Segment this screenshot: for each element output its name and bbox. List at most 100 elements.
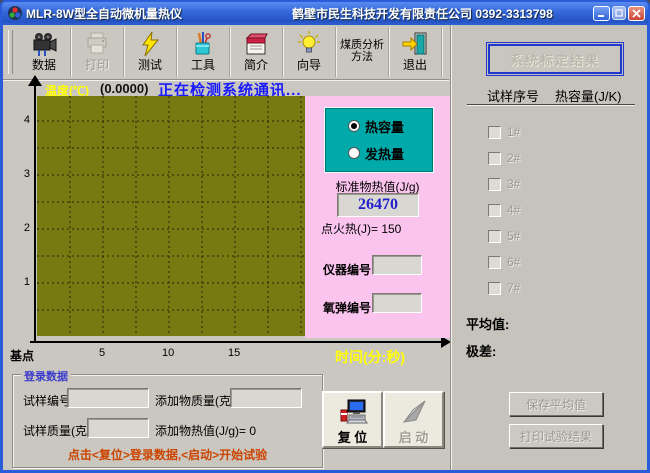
sample-row-7: 7# [488,281,520,295]
camera-icon [18,29,70,59]
title-bar[interactable]: MLR-8W型全自动微机量热仪 鹤壁市民生科技开发有限责任公司 0392-331… [2,2,648,24]
sample-3-checkbox[interactable] [488,178,501,191]
y-tick-4: 4 [12,114,30,126]
calorific-value-radio[interactable] [348,147,360,159]
minimize-button[interactable] [593,6,610,21]
mode-select-box: 热容量 发热量 [325,108,433,172]
window-title: MLR-8W型全自动微机量热仪 [26,5,182,22]
sample-4-label: 4# [507,203,520,217]
std-heat-input[interactable]: 26470 [337,193,419,217]
sample-5-checkbox[interactable] [488,230,501,243]
sample-id-label: 试样编号 [23,392,71,409]
test-button[interactable]: 测试 [124,27,177,77]
sample-5-label: 5# [507,229,520,243]
sample-mass-input[interactable] [87,418,149,438]
range-label: 极差: [466,341,496,360]
sample-6-label: 6# [507,255,520,269]
exit-button[interactable]: 退出 [389,27,442,77]
data-button-label: 数据 [18,59,70,72]
print-button-label: 打印 [71,59,123,72]
save-average-button[interactable]: 保存平均值 [509,392,603,416]
toolbar-grip[interactable] [8,30,13,74]
reset-button[interactable]: 复 位 [322,391,383,448]
wizard-button[interactable]: 向导 [283,27,336,77]
sample-1-label: 1# [507,125,520,139]
tools-button[interactable]: 工具 [177,27,230,77]
instrument-id-label: 仪器编号 [323,261,371,278]
sample-row-6: 6# [488,255,520,269]
bulb-icon [283,29,335,59]
login-data-title: 登录数据 [21,368,71,384]
x-axis-line [30,341,444,343]
start-button[interactable]: 启 动 [383,391,444,448]
sample-number-header: 试样序号 [487,86,539,105]
sample-row-3: 3# [488,177,520,191]
bomb-id-label: 氧弹编号 [323,299,371,316]
lightning-icon [124,29,176,59]
maximize-button[interactable] [612,6,626,20]
x-origin-label: 基点 [10,347,34,364]
y-tick-1: 1 [12,276,30,288]
window-controls [593,6,645,21]
book-icon [230,29,282,59]
calibration-panel: 系统标定结果 试样序号 热容量(J/K) 1# 2# 3# 4# [450,25,647,470]
sample-2-checkbox[interactable] [488,152,501,165]
intro-button[interactable]: 简介 [230,27,283,77]
bomb-id-input[interactable] [372,293,422,313]
calibration-results-button[interactable]: 系统标定结果 [488,44,622,74]
test-button-label: 测试 [124,59,176,72]
grid-lines [37,96,305,336]
heat-capacity-header: 热容量(J/K) [555,86,621,105]
app-window: MLR-8W型全自动微机量热仪 鹤壁市民生科技开发有限责任公司 0392-331… [0,0,650,473]
average-label: 平均值: [466,314,509,333]
sample-7-label: 7# [507,281,520,295]
x-tick-10: 10 [162,347,174,359]
print-button[interactable]: 打印 [71,27,124,77]
additive-heat-label: 添加物热值(J/g)= 0 [155,422,256,439]
tools-button-label: 工具 [177,59,229,72]
data-button[interactable]: 数据 [18,27,71,77]
app-icon [7,5,23,21]
client-area: 数据 打印 测试 [3,25,647,470]
sample-mass-label: 试样质量(克) [23,422,91,439]
additive-mass-label: 添加物质量(克) [155,392,235,409]
x-tick-15: 15 [228,347,240,359]
plot-area [37,96,305,336]
heat-capacity-radio[interactable] [348,120,360,132]
x-tick-5: 5 [99,347,105,359]
sample-6-checkbox[interactable] [488,256,501,269]
heat-capacity-label: 热容量 [365,117,404,136]
additive-mass-input[interactable] [230,388,302,408]
y-axis-arrow [28,75,42,86]
heat-capacity-option[interactable]: 热容量 [326,117,432,135]
wizard-button-label: 向导 [283,59,335,72]
instruction-note: 点击<复位>登录数据,<启动>开始试验 [13,446,322,463]
ignition-heat-label: 点火热(J)= 150 [321,220,401,237]
company-text: 鹤壁市民生科技开发有限责任公司 0392-3313798 [292,5,553,22]
settings-panel: 热容量 发热量 标准物热值(J/g) 26470 点火热(J)= 150 仪器编… [305,96,450,338]
toolbar: 数据 打印 测试 [3,25,449,80]
sample-row-2: 2# [488,151,520,165]
coal-analysis-label-line1: 煤质分析 [340,39,384,51]
sample-id-input[interactable] [67,388,149,408]
instrument-id-input[interactable] [372,255,422,275]
printer-icon [71,29,123,59]
coal-analysis-label-line2: 方法 [351,51,373,63]
sample-1-checkbox[interactable] [488,126,501,139]
header-separator [467,104,635,106]
start-arrow-icon [385,397,442,427]
sample-7-checkbox[interactable] [488,282,501,295]
close-button[interactable] [628,6,645,21]
y-tick-2: 2 [12,222,30,234]
calorific-value-option[interactable]: 发热量 [326,144,432,162]
time-axis-label: 时间(分:秒) [335,347,405,367]
sample-2-label: 2# [507,151,520,165]
sample-4-checkbox[interactable] [488,204,501,217]
start-button-label: 启 动 [385,427,442,446]
reset-button-label: 复 位 [324,427,381,446]
close-icon [632,9,641,18]
exit-door-icon [389,29,441,59]
coal-analysis-button[interactable]: 煤质分析 方法 [336,27,389,77]
print-results-button[interactable]: 打印试验结果 [509,424,603,448]
sample-row-1: 1# [488,125,520,139]
